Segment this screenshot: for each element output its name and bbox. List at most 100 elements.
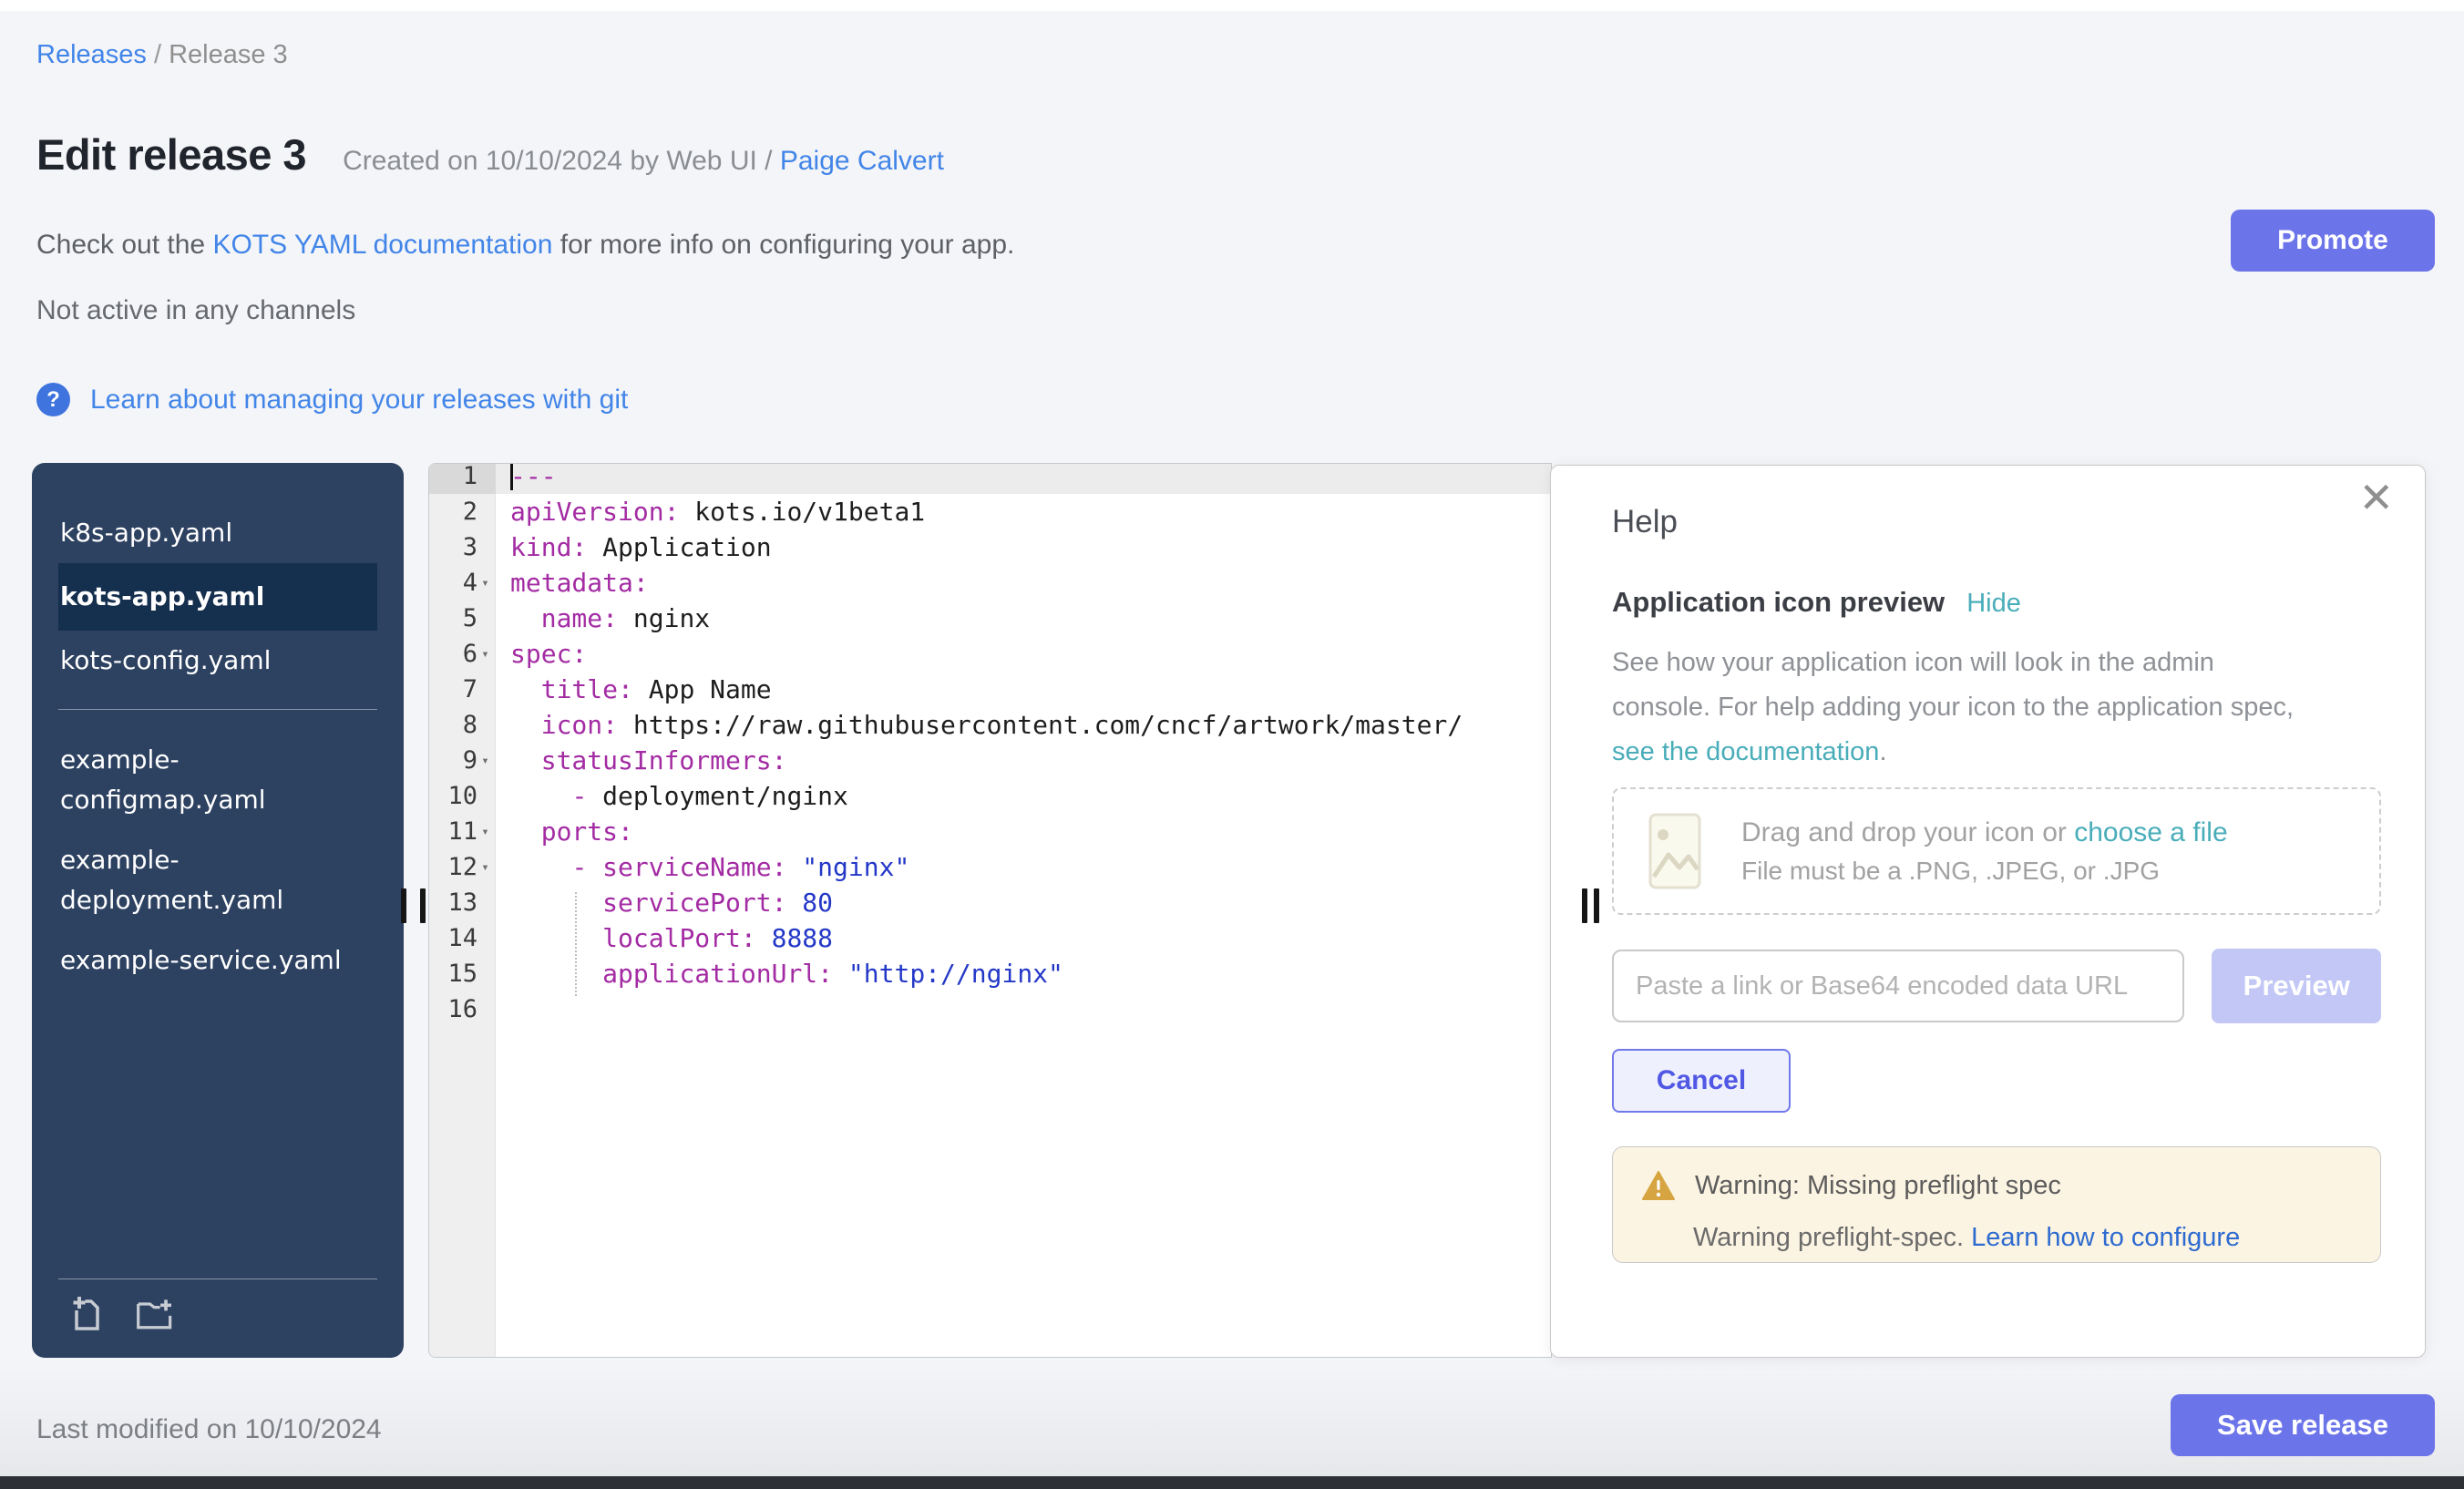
line-number: 2 <box>463 498 477 526</box>
code-line[interactable]: 15 applicationUrl: "http://nginx" <box>429 956 1551 991</box>
doc-suffix: for more info on configuring your app. <box>552 230 1014 260</box>
gutter-cell: 8 <box>429 707 496 743</box>
code-line[interactable]: 3kind: Application <box>429 529 1551 565</box>
fold-arrow-icon[interactable]: ▾ <box>477 825 493 839</box>
code-line[interactable]: 5 name: nginx <box>429 601 1551 636</box>
code-text: metadata: <box>496 568 649 598</box>
code-line[interactable]: 6▾spec: <box>429 636 1551 672</box>
close-icon[interactable]: ✕ <box>2358 477 2394 519</box>
file-tree-sidebar: k8s-app.yaml kots-app.yaml kots-config.y… <box>32 463 404 1358</box>
editor-resize-handle-right-a[interactable] <box>1582 888 1587 923</box>
doc-prefix: Check out the <box>36 230 212 260</box>
choose-file-link[interactable]: choose a file <box>2074 817 2227 847</box>
file-item-example-configmap[interactable]: example-configmap.yaml <box>58 730 377 830</box>
icon-preview-description: See how your application icon will look … <box>1612 641 2381 775</box>
code-text: title: App Name <box>496 674 772 704</box>
fold-arrow-icon[interactable]: ▾ <box>477 754 493 768</box>
line-number: 5 <box>463 604 477 632</box>
new-folder-icon[interactable] <box>135 1294 177 1334</box>
last-modified-label: Last modified on 10/10/2024 <box>36 1414 382 1445</box>
editor-resize-handle-left-b[interactable] <box>420 888 426 923</box>
channel-status: Not active in any channels <box>36 295 355 326</box>
file-item-k8s-app[interactable]: k8s-app.yaml <box>58 503 377 563</box>
question-circle-icon: ? <box>36 383 70 416</box>
help-panel: ✕ Help Application icon preview Hide See… <box>1550 465 2426 1358</box>
fold-arrow-icon[interactable]: ▾ <box>477 576 493 590</box>
code-line[interactable]: 10 - deployment/nginx <box>429 778 1551 814</box>
editor-resize-handle-right-b[interactable] <box>1594 888 1599 923</box>
kots-yaml-doc-link[interactable]: KOTS YAML documentation <box>212 230 552 260</box>
code-line[interactable]: 11▾ ports: <box>429 814 1551 849</box>
created-text: Created on 10/10/2024 by Web UI / <box>343 146 780 176</box>
new-file-icon[interactable] <box>69 1294 111 1334</box>
file-item-example-deployment[interactable]: example-deployment.yaml <box>58 830 377 930</box>
created-author-link[interactable]: Paige Calvert <box>780 146 944 176</box>
code-text: ports: <box>496 816 633 847</box>
preflight-warning-box: Warning: Missing preflight spec Warning … <box>1612 1146 2381 1263</box>
dropzone-label: Drag and drop your icon or <box>1741 817 2074 847</box>
editor-resize-handle-left-a[interactable] <box>401 888 406 923</box>
gutter-cell: 12▾ <box>429 849 496 885</box>
see-documentation-link[interactable]: see the documentation <box>1612 737 1879 766</box>
preview-button[interactable]: Preview <box>2212 949 2381 1023</box>
line-number: 16 <box>447 995 477 1023</box>
gutter-cell: 4▾ <box>429 565 496 601</box>
breadcrumb: Releases / Release 3 <box>36 40 288 70</box>
code-line[interactable]: 8 icon: https://raw.githubusercontent.co… <box>429 707 1551 743</box>
cancel-button[interactable]: Cancel <box>1612 1049 1791 1113</box>
promote-button[interactable]: Promote <box>2231 210 2435 272</box>
bottom-bar <box>0 1476 2464 1489</box>
line-number: 11 <box>447 817 477 846</box>
line-number: 1 <box>463 463 477 490</box>
fold-arrow-icon[interactable]: ▾ <box>477 860 493 875</box>
gutter-cell: 16 <box>429 991 496 1027</box>
code-line[interactable]: 13 servicePort: 80 <box>429 885 1551 920</box>
line-number: 8 <box>463 711 477 739</box>
dropzone-hint: File must be a .PNG, .JPEG, or .JPG <box>1741 857 2228 886</box>
code-line[interactable]: 14 localPort: 8888 <box>429 920 1551 956</box>
gutter-cell: 6▾ <box>429 636 496 672</box>
file-item-kots-config[interactable]: kots-config.yaml <box>58 631 377 691</box>
code-line[interactable]: 16 <box>429 991 1551 1027</box>
code-line[interactable]: 2apiVersion: kots.io/v1beta1 <box>429 494 1551 529</box>
code-text: applicationUrl: "http://nginx" <box>496 959 1063 989</box>
code-text: - deployment/nginx <box>496 781 848 811</box>
title-row: Edit release 3 Created on 10/10/2024 by … <box>36 129 944 180</box>
learn-how-to-configure-link[interactable]: Learn how to configure <box>1971 1223 2240 1252</box>
save-release-button[interactable]: Save release <box>2171 1394 2435 1456</box>
code-text: localPort: 8888 <box>496 923 833 953</box>
code-line[interactable]: 9▾ statusInformers: <box>429 743 1551 778</box>
icon-dropzone[interactable]: Drag and drop your icon or choose a file… <box>1612 787 2381 915</box>
gutter-cell: 7 <box>429 672 496 707</box>
code-text: name: nginx <box>496 603 710 633</box>
code-line[interactable]: 12▾ - serviceName: "nginx" <box>429 849 1551 885</box>
line-number: 14 <box>447 924 477 952</box>
help-panel-title: Help <box>1612 504 2381 540</box>
icon-url-row: Preview <box>1612 949 2381 1023</box>
code-text: icon: https://raw.githubusercontent.com/… <box>496 710 1463 740</box>
breadcrumb-releases-link[interactable]: Releases <box>36 40 147 69</box>
code-line[interactable]: 4▾metadata: <box>429 565 1551 601</box>
file-item-kots-app-selected[interactable]: kots-app.yaml <box>58 563 377 631</box>
gutter-cell: 10 <box>429 778 496 814</box>
line-number: 13 <box>447 888 477 917</box>
icon-preview-section-header: Application icon preview Hide <box>1612 586 2381 619</box>
icon-url-input[interactable] <box>1612 950 2184 1022</box>
line-number: 7 <box>463 675 477 703</box>
code-text: - serviceName: "nginx" <box>496 852 909 882</box>
code-line[interactable]: 1--- <box>429 463 1551 494</box>
doc-line: Check out the KOTS YAML documentation fo… <box>36 230 1014 261</box>
line-number: 6 <box>463 640 477 668</box>
fold-arrow-icon[interactable]: ▾ <box>477 647 493 662</box>
code-line[interactable]: 7 title: App Name <box>429 672 1551 707</box>
git-releases-link[interactable]: ? Learn about managing your releases wit… <box>36 383 628 416</box>
file-item-example-service[interactable]: example-service.yaml <box>58 930 377 991</box>
gutter-cell: 11▾ <box>429 814 496 849</box>
code-text: kind: Application <box>496 532 772 562</box>
git-link-label: Learn about managing your releases with … <box>90 385 628 416</box>
gutter-cell: 13 <box>429 885 496 920</box>
line-number: 15 <box>447 960 477 988</box>
hide-link[interactable]: Hide <box>1966 589 2021 619</box>
yaml-editor[interactable]: 1---2apiVersion: kots.io/v1beta13kind: A… <box>428 463 1552 1358</box>
breadcrumb-separator: / <box>147 40 169 69</box>
